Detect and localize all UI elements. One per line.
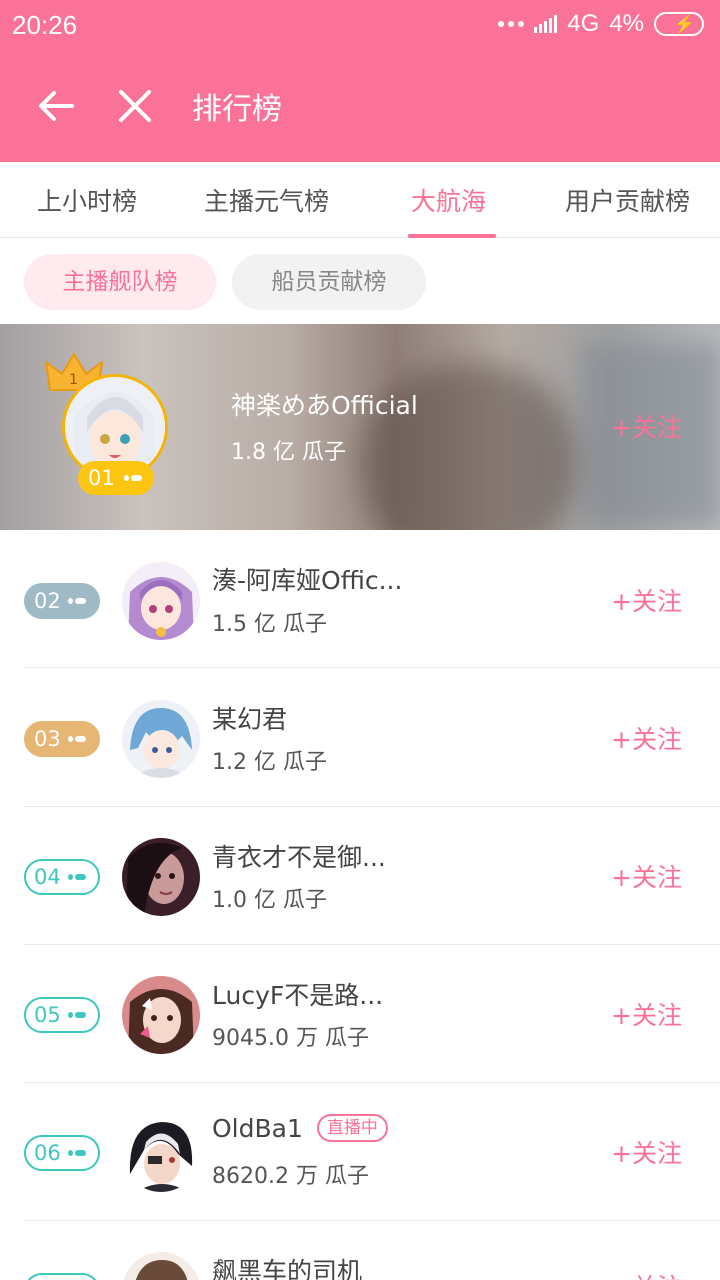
battery-level: 4% <box>609 10 644 37</box>
tab-voyage[interactable]: 大航海 <box>411 182 486 218</box>
battery-charging-icon: ⚡ <box>654 12 704 36</box>
rank-pill-icon <box>68 736 86 742</box>
rank-badge: 06 <box>24 1135 100 1171</box>
rank-badge: 01 <box>78 461 154 495</box>
avatar[interactable] <box>122 976 200 1054</box>
ranking-tabs: 上小时榜 主播元气榜 大航海 用户贡献榜 <box>0 162 720 238</box>
avatar[interactable] <box>122 700 200 778</box>
follow-button[interactable]: +关注 <box>611 1134 682 1170</box>
app-header: 20:26 4G 4% ⚡ 排行榜 <box>0 0 720 162</box>
tab-hourly[interactable]: 上小时榜 <box>37 182 137 218</box>
signal-icon <box>534 15 558 33</box>
divider <box>24 667 720 668</box>
rank-pill-icon <box>124 475 142 481</box>
status-bar: 20:26 4G 4% ⚡ <box>0 0 720 52</box>
rank-pill-icon <box>68 874 86 880</box>
rank-badge: 07 <box>24 1273 100 1280</box>
streamer-name[interactable]: 湊-阿库娅Offic... <box>212 561 402 597</box>
streamer-score: 8620.2 万 瓜子 <box>212 1164 369 1189</box>
streamer-name[interactable]: OldBa1 直播中 <box>212 1114 388 1143</box>
streamer-name[interactable]: 青衣才不是御... <box>212 838 386 874</box>
streamer-score: 1.2 亿 瓜子 <box>212 750 327 775</box>
avatar[interactable] <box>122 562 200 640</box>
rank-badge: 02 <box>24 583 100 619</box>
rank-pill-icon <box>68 1012 86 1018</box>
rank-badge: 05 <box>24 997 100 1033</box>
back-arrow-icon[interactable] <box>36 86 76 126</box>
follow-button[interactable]: +关注 <box>611 996 682 1032</box>
tab-streamer-vitality[interactable]: 主播元气榜 <box>204 182 329 218</box>
page-title: 排行榜 <box>192 92 282 127</box>
streamer-name[interactable]: 某幻君 <box>212 700 287 736</box>
rank-pill-icon <box>68 598 86 604</box>
status-time: 20:26 <box>12 10 78 40</box>
close-icon[interactable] <box>117 88 153 124</box>
follow-button[interactable]: +关注 <box>611 1268 682 1280</box>
streamer-name-text[interactable]: OldBa1 <box>212 1114 303 1143</box>
subtab-streamer-fleet[interactable]: 主播舰队榜 <box>24 254 216 310</box>
divider <box>24 1220 720 1221</box>
avatar[interactable] <box>122 838 200 916</box>
streamer-score: 9045.0 万 瓜子 <box>212 1026 369 1051</box>
rank-badge: 03 <box>24 721 100 757</box>
follow-button[interactable]: +关注 <box>611 408 682 444</box>
follow-button[interactable]: +关注 <box>611 858 682 894</box>
avatar[interactable] <box>122 1252 200 1280</box>
divider <box>24 806 720 807</box>
rank-pill-icon <box>68 1150 86 1156</box>
active-tab-indicator <box>408 234 496 238</box>
subtab-crew-contribution[interactable]: 船员贡献榜 <box>232 254 426 310</box>
streamer-name[interactable]: LucyF不是路... <box>212 976 383 1012</box>
streamer-score: 1.8 亿 瓜子 <box>231 440 346 465</box>
streamer-score: 1.0 亿 瓜子 <box>212 888 327 913</box>
follow-button[interactable]: +关注 <box>611 582 682 618</box>
nav-bar: 排行榜 <box>0 52 720 162</box>
status-icons: 4G 4% ⚡ <box>498 10 704 38</box>
streamer-name[interactable]: 神楽めあOfficial <box>231 386 418 422</box>
svg-text:1: 1 <box>69 372 78 388</box>
divider <box>24 1082 720 1083</box>
live-badge: 直播中 <box>316 1114 388 1142</box>
rank-badge: 04 <box>24 859 100 895</box>
divider <box>24 944 720 945</box>
tab-user-contribution[interactable]: 用户贡献榜 <box>565 182 690 218</box>
network-type: 4G <box>567 10 600 37</box>
avatar[interactable] <box>122 1114 200 1192</box>
streamer-name[interactable]: 飙黑车的司机 <box>212 1252 362 1280</box>
streamer-score: 1.5 亿 瓜子 <box>212 612 327 637</box>
more-dots-icon <box>498 21 525 27</box>
follow-button[interactable]: +关注 <box>611 720 682 756</box>
